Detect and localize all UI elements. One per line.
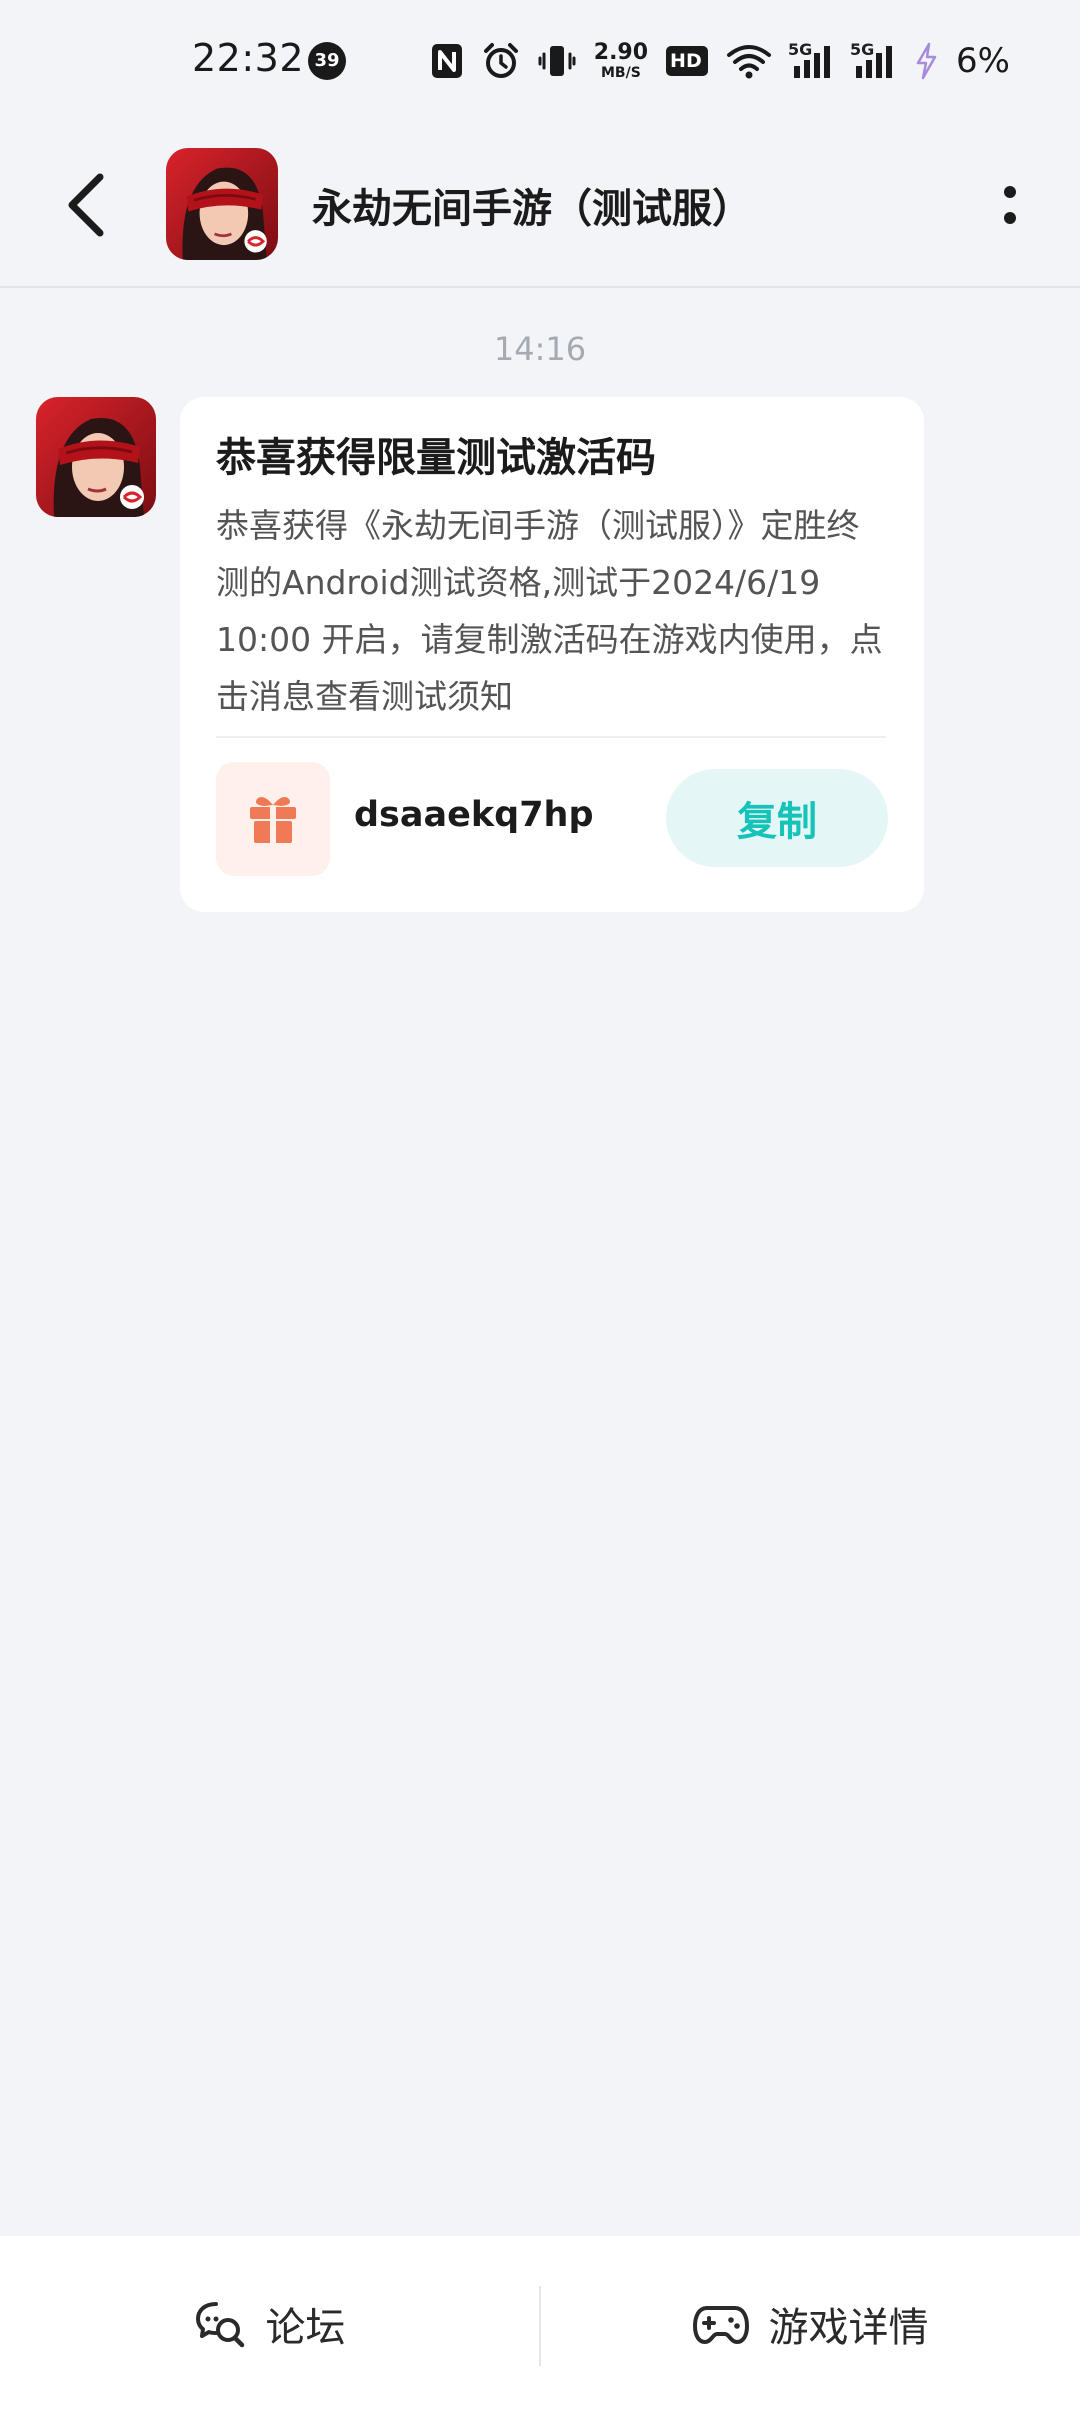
card-body: 恭喜获得《永劫无间手游（测试服）》定胜终测的Android测试资格,测试于202… [216,506,883,716]
chevron-left-icon [68,173,104,237]
game-character-icon [166,148,278,260]
signal-5g-icon: 5G [788,40,834,80]
message-timestamp: 14:16 [493,330,587,368]
back-button[interactable] [50,160,122,250]
activation-code-card[interactable]: 恭喜获得限量测试激活码 恭喜获得《永劫无间手游（测试服）》定胜终测的Androi… [180,397,924,912]
hd-label: HD [670,50,702,72]
card-divider [216,736,886,738]
vibrate-icon [538,42,576,80]
more-dot-icon [1004,186,1016,198]
tab-game-detail-label: 游戏详情 [768,2305,929,2351]
status-bar: 22:32 39 2.90 MB/S HD 5G 5G 6% [0,0,1080,120]
wifi-icon [726,42,772,80]
tab-forum-label: 论坛 [265,2305,346,2351]
nfc-icon [430,42,464,80]
game-avatar[interactable] [166,148,278,260]
bottom-bar: 论坛 游戏详情 [0,2236,1080,2412]
charging-icon [914,42,938,80]
gift-icon-box [216,762,330,876]
signal-5g-icon: 5G [850,40,896,80]
gift-icon [250,797,296,843]
net-speed-unit: MB/S [601,65,641,81]
sender-avatar[interactable] [36,397,156,517]
alarm-icon [482,42,520,80]
status-time: 22:32 [192,36,305,80]
net-speed-indicator: 2.90 MB/S [593,40,649,81]
tab-forum[interactable]: 论坛 [0,2236,539,2412]
page-title: 永劫无间手游（测试服） [312,186,752,232]
gamepad-icon [692,2306,749,2344]
card-title: 恭喜获得限量测试激活码 [216,435,656,481]
hd-icon: HD [666,46,709,76]
more-options-button[interactable] [980,170,1040,240]
net-speed-value: 2.90 [593,40,649,65]
status-icons: 2.90 MB/S HD 5G 5G 6% [430,34,1010,88]
battery-percent: 6% [956,41,1010,81]
chat-header: 永劫无间手游（测试服） [0,120,1080,288]
forum-icon [195,2302,244,2348]
more-dot-icon [1004,212,1016,224]
tab-game-detail[interactable]: 游戏详情 [541,2236,1080,2412]
activation-code: dsaaekq7hp [354,795,594,835]
copy-button[interactable]: 复制 [666,769,888,867]
notification-badge: 39 [308,42,346,80]
game-character-icon [36,397,156,517]
